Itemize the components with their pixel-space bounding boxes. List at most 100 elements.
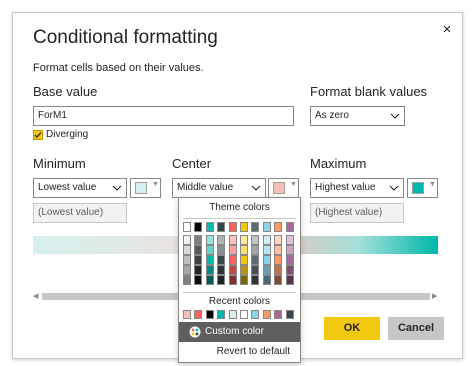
theme-color-shade-swatch[interactable] [285, 235, 294, 245]
theme-color-shade-swatch[interactable] [251, 235, 260, 245]
conditional-formatting-dialog: Conditional formatting × Format cells ba… [12, 12, 463, 363]
theme-color-shade-swatch[interactable] [217, 255, 226, 265]
theme-color-shade-swatch[interactable] [217, 265, 226, 275]
theme-color-shade-swatch[interactable] [205, 265, 214, 275]
scroll-right-icon[interactable]: ▶ [432, 292, 437, 300]
theme-color-shade-swatch[interactable] [262, 275, 271, 285]
center-select-value: Middle value [177, 182, 234, 193]
checkmark-icon [34, 132, 42, 138]
theme-color-shade-swatch[interactable] [251, 265, 260, 275]
close-icon[interactable]: × [441, 21, 453, 38]
format-blank-select[interactable]: As zero [310, 106, 405, 126]
theme-color-shade-swatch[interactable] [251, 245, 260, 255]
center-label: Center [172, 156, 212, 171]
minimum-select-value: Lowest value [38, 182, 97, 193]
theme-color-shade-swatch[interactable] [217, 245, 226, 255]
theme-color-shade-swatch[interactable] [285, 275, 294, 285]
theme-color-shade-swatch[interactable] [205, 235, 214, 245]
theme-color-shade-swatch[interactable] [240, 245, 248, 255]
theme-color-swatch[interactable] [240, 222, 248, 232]
base-value-input[interactable]: ForM1 [33, 106, 294, 126]
theme-color-shade-swatch[interactable] [274, 245, 283, 255]
recent-color-swatch[interactable] [183, 310, 191, 319]
theme-color-swatch[interactable] [262, 222, 271, 232]
scroll-left-icon[interactable]: ◀ [33, 292, 38, 300]
theme-color-swatch[interactable] [217, 222, 226, 232]
minimum-select[interactable]: Lowest value [33, 178, 127, 198]
custom-color-item[interactable]: Custom color [179, 322, 300, 342]
theme-color-shade-swatch[interactable] [228, 275, 237, 285]
theme-color-shade-swatch[interactable] [240, 255, 248, 265]
center-select[interactable]: Middle value [172, 178, 266, 198]
theme-color-shade-swatch[interactable] [251, 255, 260, 265]
divider [183, 292, 296, 293]
dropdown-arrow-icon: ▼ [429, 181, 436, 188]
theme-color-shade-swatch[interactable] [262, 265, 271, 275]
theme-color-shade-swatch[interactable] [274, 275, 283, 285]
theme-color-swatch[interactable] [228, 222, 237, 232]
recent-color-swatch[interactable] [228, 310, 237, 319]
maximum-label: Maximum [310, 156, 367, 171]
palette-icon [189, 326, 201, 338]
recent-color-swatch[interactable] [274, 310, 283, 319]
revert-label: Revert to default [216, 346, 290, 357]
theme-color-swatch[interactable] [194, 222, 203, 232]
revert-to-default-item[interactable]: Revert to default [179, 343, 300, 361]
theme-color-shade-swatch[interactable] [217, 235, 226, 245]
maximum-select[interactable]: Highest value [310, 178, 404, 198]
theme-color-shade-swatch[interactable] [262, 245, 271, 255]
theme-color-shade-swatch[interactable] [183, 275, 191, 285]
theme-color-shade-swatch[interactable] [205, 245, 214, 255]
theme-colors-header: Theme colors [209, 202, 270, 213]
theme-color-shade-swatch[interactable] [194, 235, 203, 245]
theme-color-shade-swatch[interactable] [194, 245, 203, 255]
theme-color-shade-swatch[interactable] [274, 265, 283, 275]
theme-color-shade-swatch[interactable] [183, 265, 191, 275]
theme-color-shade-swatch[interactable] [228, 265, 237, 275]
base-value-label: Base value [33, 84, 98, 99]
diverging-checkbox[interactable] [33, 130, 43, 140]
custom-color-label: Custom color [205, 326, 264, 337]
theme-color-shade-swatch[interactable] [285, 245, 294, 255]
cancel-button[interactable]: Cancel [388, 317, 444, 340]
theme-color-shade-swatch[interactable] [262, 235, 271, 245]
theme-color-swatch[interactable] [251, 222, 260, 232]
recent-color-swatch[interactable] [194, 310, 203, 319]
recent-color-swatch[interactable] [262, 310, 271, 319]
theme-color-shade-swatch[interactable] [262, 255, 271, 265]
theme-color-shade-swatch[interactable] [240, 275, 248, 285]
theme-color-swatch[interactable] [274, 222, 283, 232]
theme-color-swatch[interactable] [285, 222, 294, 232]
theme-color-shade-swatch[interactable] [194, 255, 203, 265]
theme-color-shade-swatch[interactable] [240, 235, 248, 245]
theme-color-shade-swatch[interactable] [205, 255, 214, 265]
theme-color-shade-swatch[interactable] [240, 265, 248, 275]
theme-color-shade-swatch[interactable] [205, 275, 214, 285]
theme-color-shade-swatch[interactable] [285, 255, 294, 265]
theme-color-shade-swatch[interactable] [217, 275, 226, 285]
theme-color-shade-swatch[interactable] [228, 245, 237, 255]
theme-color-shade-swatch[interactable] [194, 275, 203, 285]
theme-color-shade-swatch[interactable] [285, 265, 294, 275]
center-color-button[interactable]: ▼ [268, 178, 299, 198]
theme-color-shade-swatch[interactable] [274, 255, 283, 265]
theme-color-shade-swatch[interactable] [183, 255, 191, 265]
theme-color-shade-swatch[interactable] [194, 265, 203, 275]
recent-color-swatch[interactable] [217, 310, 226, 319]
recent-color-swatch[interactable] [285, 310, 294, 319]
theme-color-shade-swatch[interactable] [228, 255, 237, 265]
ok-button[interactable]: OK [324, 317, 380, 340]
recent-color-swatch[interactable] [251, 310, 260, 319]
theme-color-shade-swatch[interactable] [228, 235, 237, 245]
divider [183, 218, 296, 219]
theme-color-shade-swatch[interactable] [183, 245, 191, 255]
recent-color-swatch[interactable] [205, 310, 214, 319]
theme-color-shade-swatch[interactable] [183, 235, 191, 245]
theme-color-swatch[interactable] [205, 222, 214, 232]
theme-color-shade-swatch[interactable] [274, 235, 283, 245]
theme-color-shade-swatch[interactable] [251, 275, 260, 285]
maximum-color-button[interactable]: ▼ [407, 178, 438, 198]
theme-color-swatch[interactable] [183, 222, 191, 232]
recent-color-swatch[interactable] [240, 310, 248, 319]
minimum-color-button[interactable]: ▼ [130, 178, 161, 198]
